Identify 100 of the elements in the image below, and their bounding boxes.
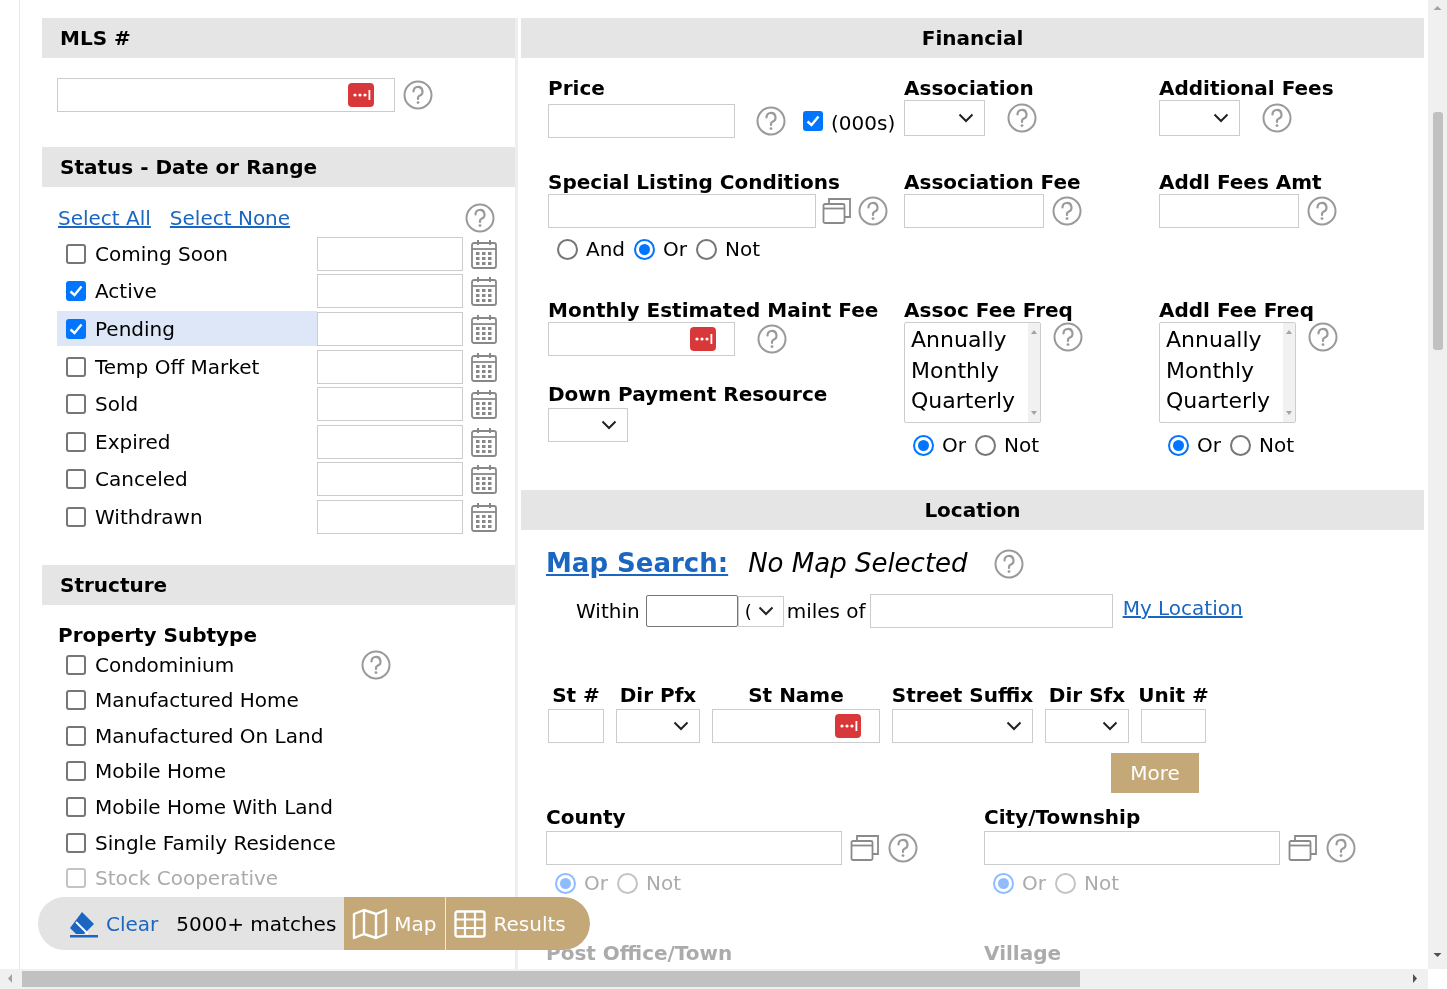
checkbox[interactable]: [66, 761, 86, 782]
input-field[interactable]: [904, 194, 1044, 228]
checkbox[interactable]: [66, 725, 86, 746]
checkbox[interactable]: [66, 506, 86, 527]
input-field[interactable]: [317, 462, 463, 497]
checkbox[interactable]: [66, 281, 86, 302]
help-icon[interactable]: [756, 106, 786, 136]
list-box[interactable]: Annually Monthly Quarterly: [904, 322, 1041, 423]
clear-button[interactable]: Clear: [38, 897, 169, 950]
radio-button[interactable]: [1054, 872, 1076, 894]
help-icon[interactable]: [361, 649, 391, 680]
copy-icon[interactable]: [850, 834, 880, 862]
dropdown[interactable]: [616, 709, 700, 743]
dropdown[interactable]: [1159, 100, 1240, 136]
help-icon[interactable]: [757, 324, 787, 354]
radio-button[interactable]: [993, 872, 1014, 894]
checkbox[interactable]: [66, 243, 86, 264]
input-field[interactable]: [548, 194, 816, 228]
input-field[interactable]: [548, 104, 735, 138]
help-icon[interactable]: [1307, 196, 1337, 226]
input-field[interactable]: [712, 709, 880, 743]
link[interactable]: My Location: [1122, 593, 1243, 623]
list-option[interactable]: Annually: [911, 325, 1028, 356]
copy-icon[interactable]: [822, 197, 852, 225]
help-icon[interactable]: [993, 548, 1024, 579]
calendar-icon[interactable]: [471, 351, 497, 382]
vertical-scrollbar[interactable]: [1428, 0, 1447, 969]
radio-button[interactable]: [913, 434, 934, 456]
calendar-icon[interactable]: [471, 238, 497, 269]
input-field[interactable]: [548, 709, 604, 743]
lookup-icon[interactable]: [690, 327, 716, 351]
input-field[interactable]: [317, 499, 463, 534]
checkbox[interactable]: [66, 394, 86, 415]
checkbox[interactable]: [66, 868, 86, 889]
input-field[interactable]: [548, 322, 735, 356]
scrollbar-drawing[interactable]: [1283, 323, 1295, 422]
checkbox[interactable]: [66, 356, 86, 377]
copy-icon[interactable]: [1288, 834, 1318, 862]
checkbox[interactable]: [66, 796, 86, 817]
input-field[interactable]: [317, 236, 463, 271]
help-icon[interactable]: [1308, 322, 1338, 352]
help-icon[interactable]: [888, 833, 918, 863]
radio-button[interactable]: [1168, 434, 1189, 456]
input-field[interactable]: [1159, 194, 1299, 228]
dropdown[interactable]: [904, 100, 985, 136]
dropdown[interactable]: [548, 408, 628, 442]
calendar-icon[interactable]: [471, 426, 497, 457]
input-field[interactable]: [984, 831, 1280, 865]
checkbox[interactable]: [66, 469, 86, 490]
radio-button[interactable]: [616, 872, 638, 894]
selected-row[interactable]: Pending: [57, 311, 317, 347]
link[interactable]: Select None: [169, 203, 291, 233]
help-icon[interactable]: [403, 80, 433, 110]
lookup-icon[interactable]: [348, 83, 374, 107]
list-box[interactable]: Annually Monthly Quarterly: [1159, 322, 1296, 423]
calendar-icon[interactable]: [471, 389, 497, 420]
checkbox[interactable]: [66, 690, 86, 711]
calendar-icon[interactable]: [471, 314, 497, 344]
help-icon[interactable]: [465, 203, 495, 233]
input-field[interactable]: [869, 594, 1113, 628]
radio-button[interactable]: [555, 872, 576, 894]
input-field[interactable]: [317, 349, 463, 384]
radio-button[interactable]: [696, 238, 718, 260]
help-icon[interactable]: [1052, 196, 1082, 226]
checkbox[interactable]: [66, 654, 86, 675]
checkbox[interactable]: [803, 111, 823, 131]
checkbox[interactable]: [66, 832, 86, 853]
radio-button[interactable]: [557, 238, 578, 260]
calendar-icon[interactable]: [471, 276, 497, 307]
dropdown[interactable]: (: [737, 595, 784, 627]
input-field[interactable]: [645, 595, 738, 627]
help-icon[interactable]: [1007, 103, 1037, 133]
help-icon[interactable]: [1053, 322, 1083, 352]
list-option[interactable]: Monthly: [1166, 355, 1283, 386]
calendar-icon[interactable]: [471, 501, 497, 532]
input-field[interactable]: [1141, 709, 1206, 743]
link[interactable]: Map Search:: [546, 544, 729, 583]
help-icon[interactable]: [1326, 833, 1356, 863]
help-icon[interactable]: [1262, 103, 1292, 133]
radio-button[interactable]: [1229, 434, 1251, 456]
radio-button[interactable]: [974, 434, 996, 456]
input-field[interactable]: [317, 312, 463, 346]
radio-button[interactable]: [634, 238, 656, 260]
calendar-icon[interactable]: [471, 464, 497, 495]
horizontal-scrollbar[interactable]: [0, 969, 1428, 989]
list-option[interactable]: Quarterly: [1166, 386, 1283, 417]
input-field[interactable]: [317, 274, 463, 309]
scrollbar-drawing[interactable]: [1028, 323, 1040, 422]
list-option[interactable]: Monthly: [911, 355, 1028, 386]
list-option[interactable]: Quarterly: [911, 386, 1028, 417]
list-option[interactable]: Annually: [1166, 325, 1283, 356]
checkbox[interactable]: [66, 431, 86, 452]
checkbox[interactable]: [66, 319, 86, 339]
input-field[interactable]: [317, 387, 463, 422]
dropdown[interactable]: [892, 709, 1033, 743]
input-field[interactable]: [57, 78, 395, 112]
link[interactable]: Select All: [58, 203, 151, 233]
help-icon[interactable]: [858, 196, 888, 226]
dropdown[interactable]: [1045, 709, 1129, 743]
input-field[interactable]: [317, 424, 463, 459]
